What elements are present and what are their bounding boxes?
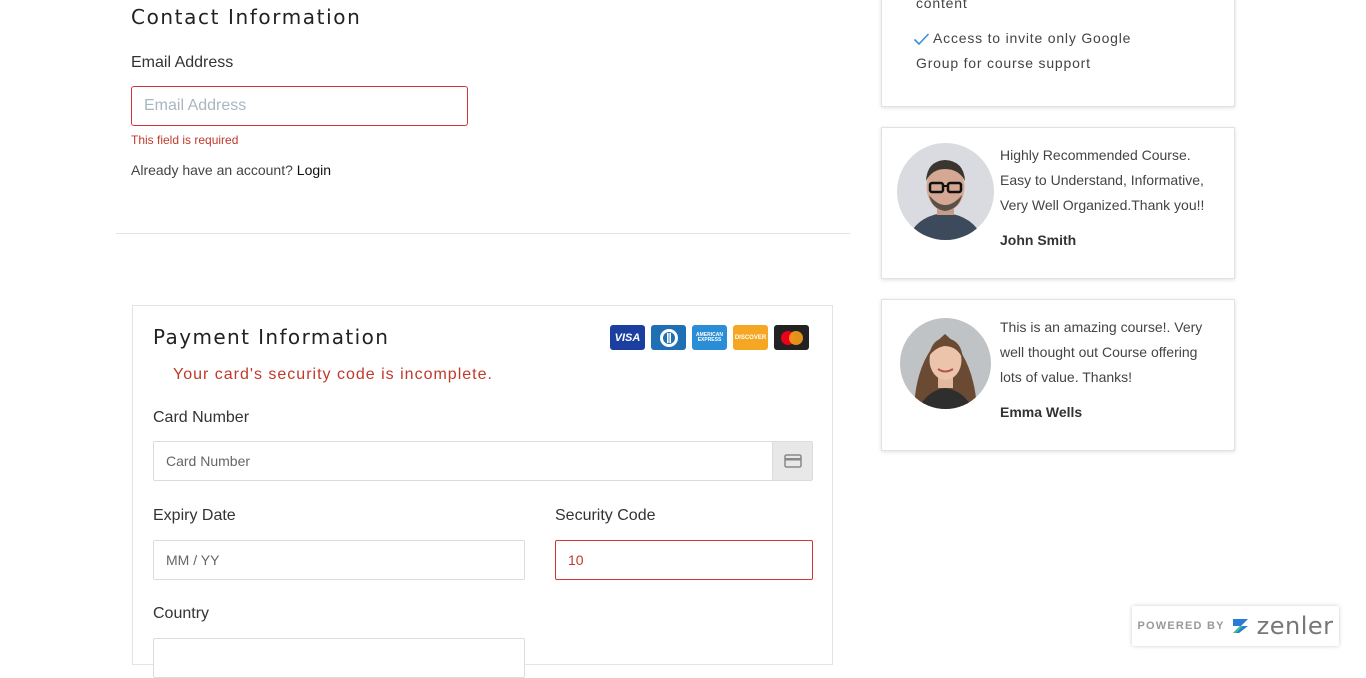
powered-by-badge[interactable]: POWERED BY zenler <box>1132 606 1339 646</box>
mastercard-icon <box>774 325 809 350</box>
american-express-icon: AMERICAN EXPRESS <box>692 325 727 350</box>
feature-item-continuation: Group for course support <box>916 55 1091 71</box>
country-select[interactable] <box>153 638 525 678</box>
avatar <box>897 143 994 240</box>
security-code-label: Security Code <box>555 507 656 524</box>
powered-by-label: POWERED BY <box>1137 620 1225 632</box>
email-error-text: This field is required <box>131 133 239 147</box>
zenler-logo-icon <box>1232 619 1248 633</box>
country-label: Country <box>153 605 210 622</box>
already-account-text: Already have an account? Login <box>131 162 331 178</box>
testimonial-author: Emma Wells <box>1000 404 1083 420</box>
expiry-date-label: Expiry Date <box>153 507 236 524</box>
already-account-label: Already have an account? <box>131 162 293 178</box>
contact-section-title: Contact Information <box>131 5 362 29</box>
checkmark-icon <box>913 32 930 45</box>
credit-card-icon <box>783 454 802 468</box>
diners-club-icon <box>651 325 686 350</box>
card-number-field[interactable] <box>153 441 773 481</box>
powered-by-brand: zenler <box>1256 612 1334 640</box>
avatar <box>900 318 991 409</box>
card-number-label: Card Number <box>153 409 250 426</box>
email-label: Email Address <box>131 54 234 71</box>
testimonial-quote: Highly Recommended Course. Easy to Under… <box>1000 147 1205 213</box>
discover-icon: DISCOVER <box>733 325 768 350</box>
expiry-date-field[interactable] <box>153 540 525 580</box>
payment-error-message: Your card's security code is incomplete. <box>173 366 493 383</box>
testimonial-author: John Smith <box>1000 232 1077 248</box>
card-icon-addon <box>772 441 813 481</box>
security-code-field[interactable] <box>555 540 813 580</box>
visa-icon: VISA <box>610 325 645 350</box>
feature-item-continuation: content <box>916 0 968 11</box>
login-link[interactable]: Login <box>297 162 331 178</box>
card-brands: VISA AMERICAN EXPRESS DISCOVER <box>610 325 809 350</box>
email-field[interactable] <box>131 86 468 126</box>
payment-panel <box>132 305 833 665</box>
feature-item: Access to invite only Google <box>913 26 1131 51</box>
payment-section-title: Payment Information <box>153 325 390 349</box>
section-divider <box>116 233 850 234</box>
feature-item-label: Access to invite only Google <box>933 30 1132 46</box>
testimonial-quote: This is an amazing course!. Very well th… <box>1000 319 1203 385</box>
